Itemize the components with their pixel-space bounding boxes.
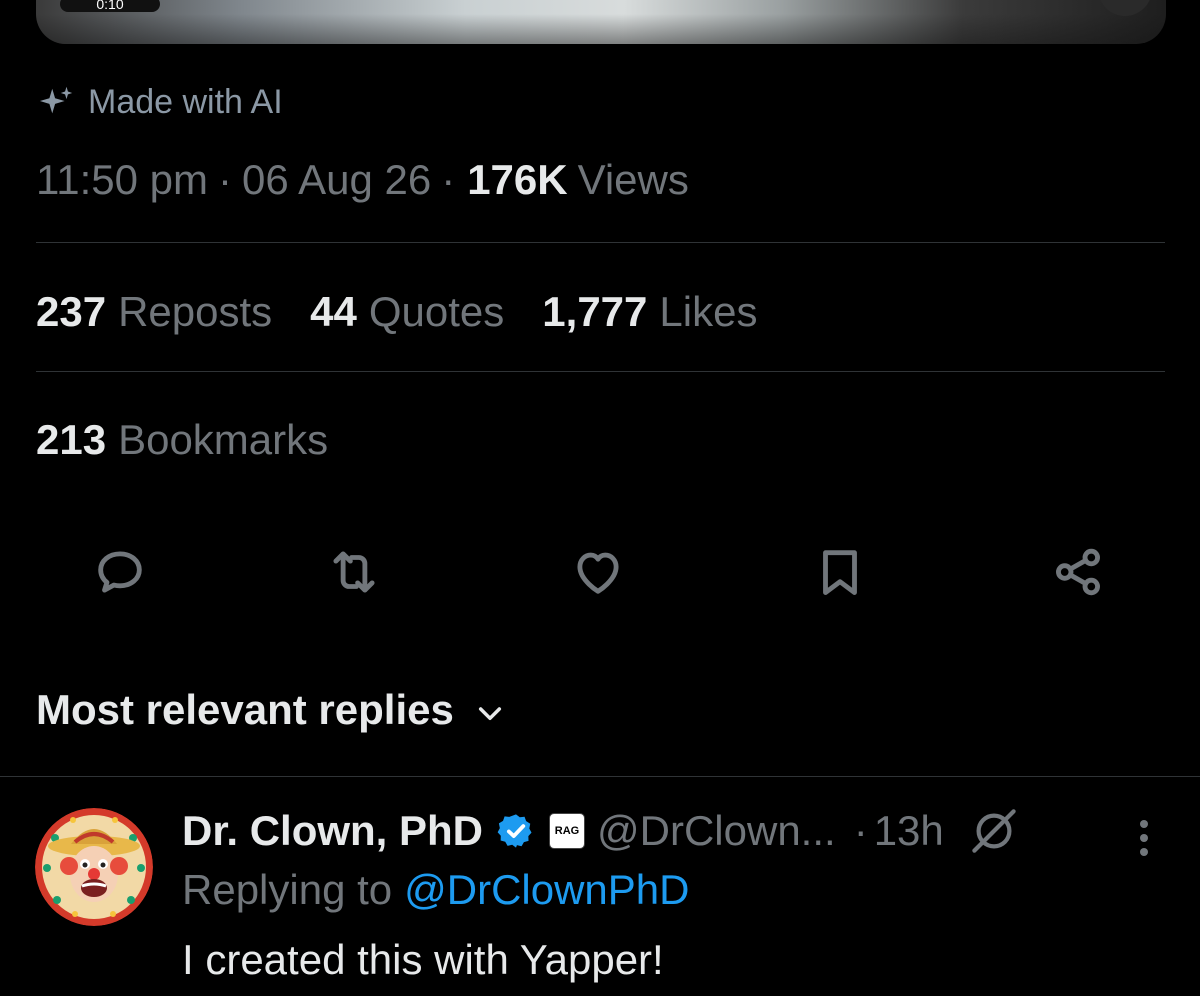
engagement-stats: 237 Reposts 44 Quotes 1,777 Likes xyxy=(36,283,757,341)
sparkle-icon xyxy=(39,86,73,114)
tweet-date[interactable]: 06 Aug 26 xyxy=(242,156,431,204)
replies-sort-label: Most relevant replies xyxy=(36,686,454,733)
tweet-detail-page: 0:10 Made with AI 11:50 pm · 06 Aug 26 ·… xyxy=(0,0,1200,996)
reply-bubble-icon xyxy=(98,551,142,593)
views-count[interactable]: 176K xyxy=(467,156,567,204)
share-icon xyxy=(1056,548,1100,596)
heart-icon xyxy=(577,552,619,594)
bookmarks-stat[interactable]: 213 Bookmarks xyxy=(36,411,328,469)
replying-to-mention[interactable]: @DrClownPhD xyxy=(404,866,689,914)
reply-text: I created this with Yapper! xyxy=(182,936,664,983)
reposts-stat[interactable]: 237 Reposts xyxy=(36,288,272,336)
more-vertical-icon xyxy=(1140,820,1148,856)
bookmark-icon xyxy=(823,550,857,595)
quotes-label: Quotes xyxy=(368,288,505,335)
like-button[interactable] xyxy=(566,540,630,604)
affiliate-badge[interactable]: RAG xyxy=(549,813,586,849)
meta-separator: · xyxy=(218,156,232,203)
chevron-down-icon xyxy=(478,707,501,721)
verified-badge-icon[interactable] xyxy=(497,812,535,850)
reposts-count: 237 xyxy=(36,288,107,335)
bookmark-button[interactable] xyxy=(808,540,872,604)
replying-to-prefix: Replying to xyxy=(182,866,393,913)
made-with-ai-text: Made with AI xyxy=(88,82,283,121)
reply-timestamp[interactable]: 13h xyxy=(874,807,944,855)
likes-stat[interactable]: 1,777 Likes xyxy=(542,288,757,336)
tweet-time[interactable]: 11:50 pm xyxy=(36,156,208,204)
repost-icon xyxy=(333,551,375,593)
video-media[interactable]: 0:10 xyxy=(36,0,1166,44)
reply-header: Dr. Clown, PhD RAG @DrClown... · 13h xyxy=(182,803,1022,859)
divider xyxy=(0,776,1200,777)
reply-more-button[interactable] xyxy=(1126,816,1162,860)
bookmarks-label: Bookmarks xyxy=(118,416,329,463)
clown-avatar-image xyxy=(35,808,153,926)
replying-to-line: Replying to @DrClownPhD xyxy=(182,862,690,918)
quotes-count: 44 xyxy=(310,288,357,335)
likes-label: Likes xyxy=(659,288,758,335)
likes-count: 1,777 xyxy=(542,288,648,335)
reply-separator: · xyxy=(853,807,868,854)
avatar[interactable] xyxy=(35,808,153,926)
replies-sort-dropdown[interactable]: Most relevant replies xyxy=(36,680,506,740)
tweet-action-bar xyxy=(88,540,1118,600)
video-menu-button[interactable] xyxy=(1098,0,1152,16)
repost-button[interactable] xyxy=(322,540,386,604)
share-button[interactable] xyxy=(1046,540,1110,604)
bookmarks-count: 213 xyxy=(36,416,107,463)
reply-author-name[interactable]: Dr. Clown, PhD xyxy=(182,807,483,855)
quotes-stat[interactable]: 44 Quotes xyxy=(310,288,504,336)
views-label: Views xyxy=(577,156,689,203)
made-with-ai-label[interactable]: Made with AI xyxy=(38,80,283,124)
reply-item[interactable]: Dr. Clown, PhD RAG @DrClown... · 13h Rep… xyxy=(0,778,1200,996)
meta-separator: · xyxy=(441,156,456,203)
tweet-meta: 11:50 pm · 06 Aug 26 · 176K Views xyxy=(36,150,689,210)
divider xyxy=(36,242,1165,243)
video-duration: 0:10 xyxy=(60,0,160,12)
reply-button[interactable] xyxy=(88,540,152,604)
reposts-label: Reposts xyxy=(118,288,273,335)
reply-author-handle[interactable]: @DrClown... xyxy=(597,807,836,855)
grok-icon[interactable] xyxy=(966,803,1022,859)
divider xyxy=(36,371,1165,372)
